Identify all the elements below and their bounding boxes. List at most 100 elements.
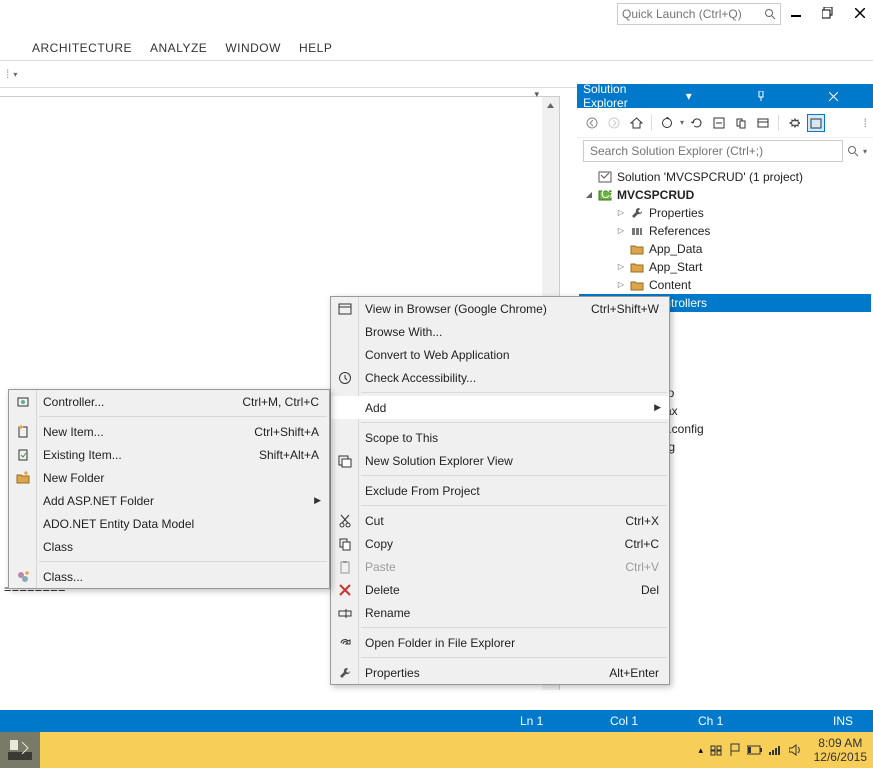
newfolder-icon bbox=[14, 471, 32, 485]
tree-label: Content bbox=[648, 276, 692, 294]
expand-icon[interactable] bbox=[583, 171, 595, 183]
expand-icon[interactable]: ▷ bbox=[615, 261, 627, 273]
delete-icon bbox=[336, 583, 354, 597]
solution-icon bbox=[597, 169, 613, 185]
menu-item[interactable]: DeleteDel bbox=[331, 578, 669, 601]
solution-explorer-title[interactable]: Solution Explorer ▾ bbox=[577, 84, 873, 108]
search-input[interactable] bbox=[583, 140, 843, 162]
menu-help[interactable]: HELP bbox=[299, 41, 332, 55]
menu-item[interactable]: Exclude From Project bbox=[331, 479, 669, 502]
show-all-files-icon[interactable] bbox=[732, 114, 750, 132]
clock-icon bbox=[336, 371, 354, 385]
onedrive-icon[interactable] bbox=[709, 743, 723, 757]
menu-label: Controller... bbox=[43, 395, 104, 409]
volume-icon[interactable] bbox=[789, 744, 803, 756]
clock[interactable]: 8:09 AM 12/6/2015 bbox=[814, 736, 867, 764]
taskbar-app-vs[interactable] bbox=[0, 732, 40, 768]
minimize-button[interactable] bbox=[789, 6, 803, 20]
menu-window[interactable]: WINDOW bbox=[225, 41, 281, 55]
tree-item[interactable]: ▷References bbox=[579, 222, 871, 240]
menu-item[interactable]: Convert to Web Application bbox=[331, 343, 669, 366]
menu-item[interactable]: View in Browser (Google Chrome)Ctrl+Shif… bbox=[331, 297, 669, 320]
menu-item[interactable]: Controller...Ctrl+M, Ctrl+C bbox=[9, 390, 329, 413]
tree-item[interactable]: App_Data bbox=[579, 240, 871, 258]
collapse-icon[interactable] bbox=[710, 114, 728, 132]
menu-item[interactable]: Add ASP.NET Folder▶ bbox=[9, 489, 329, 512]
expand-icon[interactable] bbox=[615, 243, 627, 255]
close-icon[interactable] bbox=[801, 89, 868, 103]
properties-icon[interactable] bbox=[785, 114, 803, 132]
restore-button[interactable] bbox=[821, 6, 835, 20]
tree-item[interactable]: ▷ Content bbox=[579, 276, 871, 294]
quick-launch-input[interactable] bbox=[618, 5, 760, 23]
search-icon[interactable] bbox=[847, 145, 859, 157]
expand-icon[interactable]: ◢ bbox=[583, 189, 595, 201]
taskbar[interactable]: ▴ 8:09 AM 12/6/2015 bbox=[0, 732, 873, 768]
menu-item[interactable]: Browse With... bbox=[331, 320, 669, 343]
menu-item[interactable]: PasteCtrl+V bbox=[331, 555, 669, 578]
refresh-icon[interactable] bbox=[688, 114, 706, 132]
menu-item[interactable]: New Solution Explorer View bbox=[331, 449, 669, 472]
view-code-icon[interactable] bbox=[807, 114, 825, 132]
menu-item[interactable]: Open Folder in File Explorer bbox=[331, 631, 669, 654]
sync-icon[interactable] bbox=[658, 114, 676, 132]
forward-icon[interactable] bbox=[605, 114, 623, 132]
show-hidden-icon[interactable]: ▴ bbox=[698, 745, 703, 756]
tree-item[interactable]: ▷ App_Start bbox=[579, 258, 871, 276]
system-tray[interactable]: ▴ bbox=[698, 743, 803, 757]
menu-item[interactable]: Check Accessibility... bbox=[331, 366, 669, 389]
expand-icon[interactable]: ▷ bbox=[615, 279, 627, 291]
menu-shortcut: Ctrl+C bbox=[601, 537, 659, 551]
menu-item[interactable]: Add▶ bbox=[331, 396, 669, 419]
network-icon[interactable] bbox=[769, 744, 783, 756]
menu-item[interactable]: Rename bbox=[331, 601, 669, 624]
menu-item[interactable]: Scope to This bbox=[331, 426, 669, 449]
menu-item[interactable]: Existing Item...Shift+Alt+A bbox=[9, 443, 329, 466]
toolbar-dropdown-icon[interactable]: ▾ bbox=[13, 70, 17, 79]
solution-explorer-search[interactable]: ▾ bbox=[577, 138, 873, 164]
controller-icon bbox=[14, 395, 32, 409]
menu-analyze[interactable]: ANALYZE bbox=[150, 41, 207, 55]
tree-item[interactable]: ▷Properties bbox=[579, 204, 871, 222]
menu-item[interactable]: ADO.NET Entity Data Model bbox=[9, 512, 329, 535]
status-bar: Ln 1 Col 1 Ch 1 INS bbox=[0, 710, 873, 732]
menu-item[interactable]: Copy Ctrl+C bbox=[331, 532, 669, 555]
menu-label: Paste bbox=[365, 560, 396, 574]
dropdown-icon[interactable]: ▾ bbox=[656, 89, 723, 103]
search-dropdown-icon[interactable]: ▾ bbox=[863, 147, 867, 156]
expand-icon[interactable]: ▷ bbox=[615, 207, 627, 219]
tree-label: App_Start bbox=[648, 258, 703, 276]
newitem-icon bbox=[14, 425, 32, 439]
menu-item[interactable]: New Item...Ctrl+Shift+A bbox=[9, 420, 329, 443]
preview-icon[interactable] bbox=[754, 114, 772, 132]
expand-icon[interactable]: ▷ bbox=[615, 225, 627, 237]
close-button[interactable] bbox=[853, 6, 867, 20]
battery-icon[interactable] bbox=[747, 745, 763, 755]
menu-label: Add bbox=[365, 401, 386, 415]
flag-icon[interactable] bbox=[729, 743, 741, 757]
add-submenu[interactable]: Controller...Ctrl+M, Ctrl+C New Item...Ct… bbox=[8, 389, 330, 589]
context-menu[interactable]: View in Browser (Google Chrome)Ctrl+Shif… bbox=[330, 296, 670, 685]
paste-icon bbox=[336, 560, 354, 574]
menu-item[interactable]: CutCtrl+X bbox=[331, 509, 669, 532]
back-icon[interactable] bbox=[583, 114, 601, 132]
home-icon[interactable] bbox=[627, 114, 645, 132]
menu-item[interactable]: New Folder bbox=[9, 466, 329, 489]
scroll-up-icon[interactable] bbox=[542, 97, 559, 114]
toolbar-grip-icon[interactable]: ⁞ bbox=[6, 67, 9, 81]
editor-tab-caret-icon[interactable]: ▾ bbox=[534, 89, 539, 100]
menu-item[interactable]: Class... bbox=[9, 565, 329, 588]
tree-item[interactable]: Solution 'MVCSPCRUD' (1 project) bbox=[579, 168, 871, 186]
project-icon: C# bbox=[597, 187, 613, 203]
menu-label: Scope to This bbox=[365, 431, 438, 445]
quick-launch[interactable] bbox=[617, 3, 781, 25]
tree-item[interactable]: ◢C#MVCSPCRUD bbox=[579, 186, 871, 204]
status-ins[interactable]: INS bbox=[833, 714, 853, 728]
menu-label: Copy bbox=[365, 537, 393, 551]
menu-item[interactable]: PropertiesAlt+Enter bbox=[331, 661, 669, 684]
menu-architecture[interactable]: ARCHITECTURE bbox=[32, 41, 132, 55]
menu-item[interactable]: Class bbox=[9, 535, 329, 558]
overflow-icon[interactable]: ⁞ bbox=[864, 116, 867, 130]
pin-icon[interactable] bbox=[728, 89, 795, 103]
ref-icon bbox=[629, 223, 645, 239]
